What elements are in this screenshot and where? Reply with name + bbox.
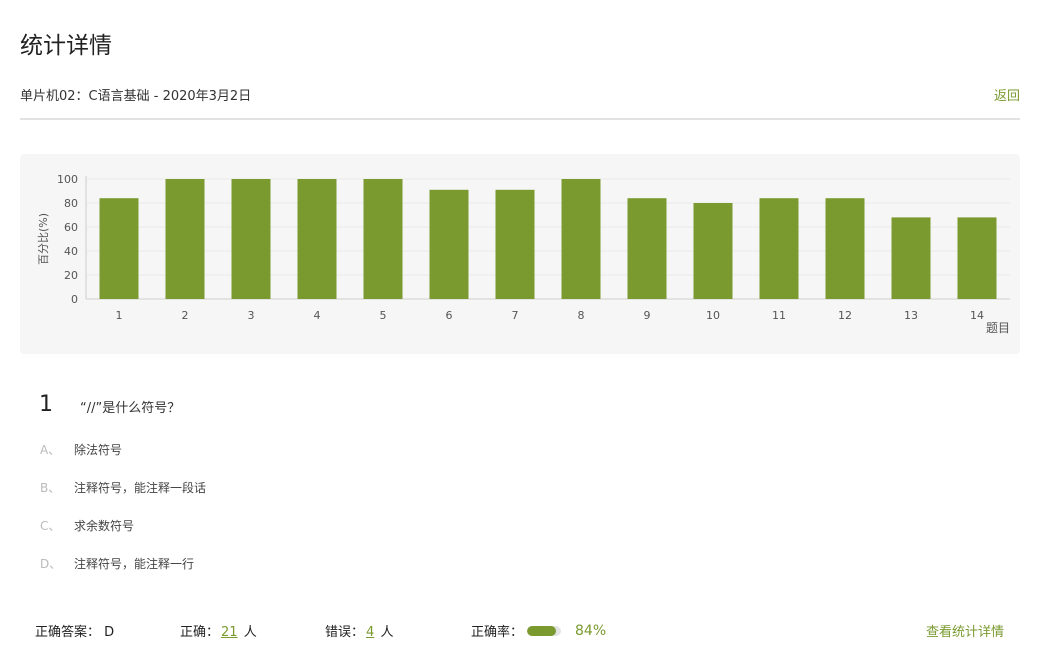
wrong-count-stat: 错误： 4 人 xyxy=(325,621,393,640)
rate-progress-fill xyxy=(527,625,556,636)
bar xyxy=(825,198,865,299)
bar xyxy=(165,179,205,299)
correct-count-stat: 正确： 21 人 xyxy=(180,621,257,640)
x-tick-label: 14 xyxy=(970,309,984,322)
option-letter: B、 xyxy=(40,481,61,495)
x-tick-label: 3 xyxy=(248,309,255,322)
x-tick-label: 1 xyxy=(116,309,123,322)
y-tick-label: 20 xyxy=(64,269,78,282)
x-tick-label: 13 xyxy=(904,309,918,322)
correct-rate-stat: 正确率： 84% xyxy=(471,621,607,641)
answer-label: 正确答案： xyxy=(35,625,101,640)
rate-value: 84% xyxy=(575,622,607,639)
x-tick-label: 11 xyxy=(772,309,786,322)
option-letter: D、 xyxy=(40,557,62,571)
bar xyxy=(495,189,535,299)
bar xyxy=(429,189,469,299)
option-a: A、 除法符号 xyxy=(40,441,122,458)
wrong-label: 错误： xyxy=(325,625,365,640)
bar xyxy=(561,179,601,299)
x-tick-label: 6 xyxy=(446,309,453,322)
rate-progress-bar xyxy=(527,625,562,636)
page-title: 统计详情 xyxy=(20,33,112,59)
divider xyxy=(20,118,1020,120)
y-tick-label: 0 xyxy=(71,293,78,306)
option-text: 求余数符号 xyxy=(74,519,135,533)
exam-subtitle: 单片机02：C语言基础 - 2020年3月2日 xyxy=(20,89,252,104)
x-tick-label: 9 xyxy=(644,309,651,322)
wrong-unit: 人 xyxy=(380,625,394,640)
option-text: 注释符号，能注释一段话 xyxy=(74,481,207,495)
option-text: 除法符号 xyxy=(74,443,123,457)
option-d: D、 注释符号，能注释一行 xyxy=(40,555,194,572)
option-b: B、 注释符号，能注释一段话 xyxy=(40,479,206,496)
question-text: “//”是什么符号？ xyxy=(80,401,181,416)
bar xyxy=(99,198,139,299)
bar xyxy=(693,203,733,299)
wrong-count-link[interactable]: 4 xyxy=(364,625,376,640)
x-axis-label: 题目 xyxy=(986,321,1010,335)
x-tick-label: 5 xyxy=(380,309,387,322)
bar xyxy=(627,198,667,299)
x-tick-label: 7 xyxy=(512,309,519,322)
y-tick-label: 60 xyxy=(64,221,78,234)
x-tick-label: 4 xyxy=(314,309,321,322)
x-tick-label: 12 xyxy=(838,309,852,322)
bar xyxy=(759,198,799,299)
bar xyxy=(891,217,931,299)
option-letter: C、 xyxy=(40,519,61,533)
question-number: 1 xyxy=(39,392,53,417)
y-axis-label: 百分比(%) xyxy=(37,213,50,265)
y-tick-label: 40 xyxy=(64,245,78,258)
x-tick-label: 10 xyxy=(706,309,720,322)
correct-answer: 正确答案： D xyxy=(35,621,114,640)
bar xyxy=(297,179,337,299)
back-link[interactable]: 返回 xyxy=(994,85,1020,104)
rate-label: 正确率： xyxy=(471,625,524,640)
view-stats-detail-link[interactable]: 查看统计详情 xyxy=(926,621,1004,640)
option-c: C、 求余数符号 xyxy=(40,517,134,534)
y-tick-label: 100 xyxy=(57,173,78,186)
bar xyxy=(957,217,997,299)
bar xyxy=(363,179,403,299)
bar-chart: 0204060801001 2 3 4 5 6 7 8 9 10 11 12 13 14百分比(%)题目 xyxy=(37,173,1010,335)
bar xyxy=(231,179,271,299)
y-tick-label: 80 xyxy=(64,197,78,210)
answer-value: D xyxy=(104,625,115,640)
option-text: 注释符号，能注释一行 xyxy=(74,557,195,571)
correct-count-link[interactable]: 21 xyxy=(219,625,240,640)
x-tick-label: 2 xyxy=(182,309,189,322)
chart-panel: 0 20 40 60 80 100 1 2 3 4 5 6 7 8 9 10 11 12 13 14 百分比(%) 题目 xyxy=(20,154,1020,354)
x-tick-label: 8 xyxy=(578,309,585,322)
correct-unit: 人 xyxy=(243,625,257,640)
option-letter: A、 xyxy=(40,443,61,457)
correct-label: 正确： xyxy=(180,625,220,640)
